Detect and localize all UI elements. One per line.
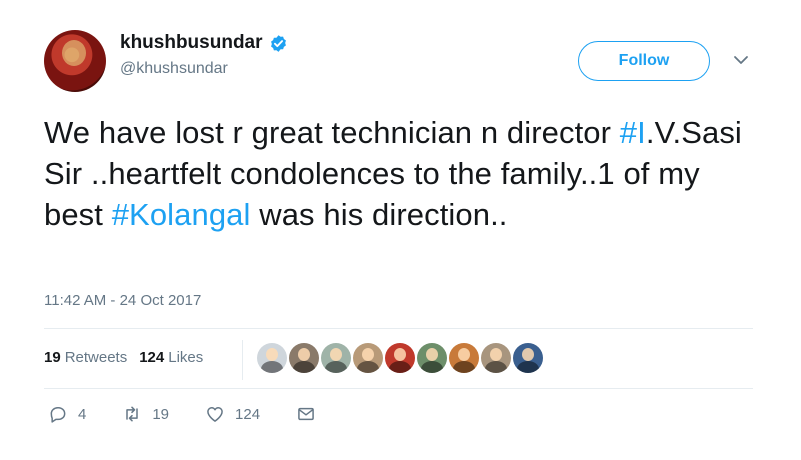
- heart-icon: [207, 407, 223, 422]
- verified-badge-icon: [270, 34, 286, 52]
- reply-button[interactable]: 4: [48, 404, 86, 424]
- display-name[interactable]: khushbusundar: [120, 32, 263, 54]
- avatar[interactable]: [44, 30, 106, 92]
- liker-avatars: [257, 343, 543, 373]
- reply-count: 4: [78, 405, 87, 423]
- stats-divider: [242, 340, 243, 380]
- retweet-count: 19: [152, 405, 170, 423]
- tweet-actions: 4 19 124: [48, 404, 352, 424]
- direct-message-button[interactable]: [296, 404, 316, 424]
- liker-avatar[interactable]: [257, 343, 287, 373]
- divider: [44, 328, 753, 329]
- retweets-label: Retweets: [64, 349, 128, 366]
- engagement-stats: 19 Retweets 124 Likes: [44, 349, 203, 366]
- envelope-icon: [298, 407, 314, 421]
- retweet-icon: [126, 406, 139, 422]
- like-count: 124: [235, 405, 261, 423]
- chevron-down-icon[interactable]: [733, 54, 749, 66]
- tweet-text-segment: was his direction..: [250, 197, 508, 232]
- display-name-row: khushbusundar: [120, 32, 288, 54]
- liker-avatar[interactable]: [289, 343, 319, 373]
- liker-avatar[interactable]: [481, 343, 511, 373]
- follow-button[interactable]: Follow: [578, 41, 710, 81]
- liker-avatar[interactable]: [385, 343, 415, 373]
- liker-avatar[interactable]: [417, 343, 447, 373]
- retweets-count: 19: [44, 349, 61, 366]
- tweet-text: We have lost r great technician n direct…: [44, 112, 764, 235]
- user-info: khushbusundar @khushsundar: [120, 32, 288, 78]
- tweet-text-segment: We have lost r great technician n direct…: [44, 115, 620, 150]
- divider: [44, 388, 753, 389]
- hashtag-link[interactable]: #Kolangal: [112, 197, 251, 232]
- reply-icon: [50, 407, 66, 423]
- liker-avatar[interactable]: [513, 343, 543, 373]
- retweet-button[interactable]: 19: [122, 404, 169, 424]
- liker-avatar[interactable]: [353, 343, 383, 373]
- tweet-timestamp[interactable]: 11:42 AM - 24 Oct 2017: [44, 292, 201, 309]
- hashtag-link[interactable]: #I: [620, 115, 646, 150]
- likes-label: Likes: [168, 349, 204, 366]
- likes-stat[interactable]: 124 Likes: [139, 349, 203, 366]
- like-button[interactable]: 124: [205, 404, 260, 424]
- liker-avatar[interactable]: [321, 343, 351, 373]
- likes-count: 124: [139, 349, 165, 366]
- liker-avatar[interactable]: [449, 343, 479, 373]
- user-handle[interactable]: @khushsundar: [120, 60, 288, 78]
- retweets-stat[interactable]: 19 Retweets: [44, 349, 127, 366]
